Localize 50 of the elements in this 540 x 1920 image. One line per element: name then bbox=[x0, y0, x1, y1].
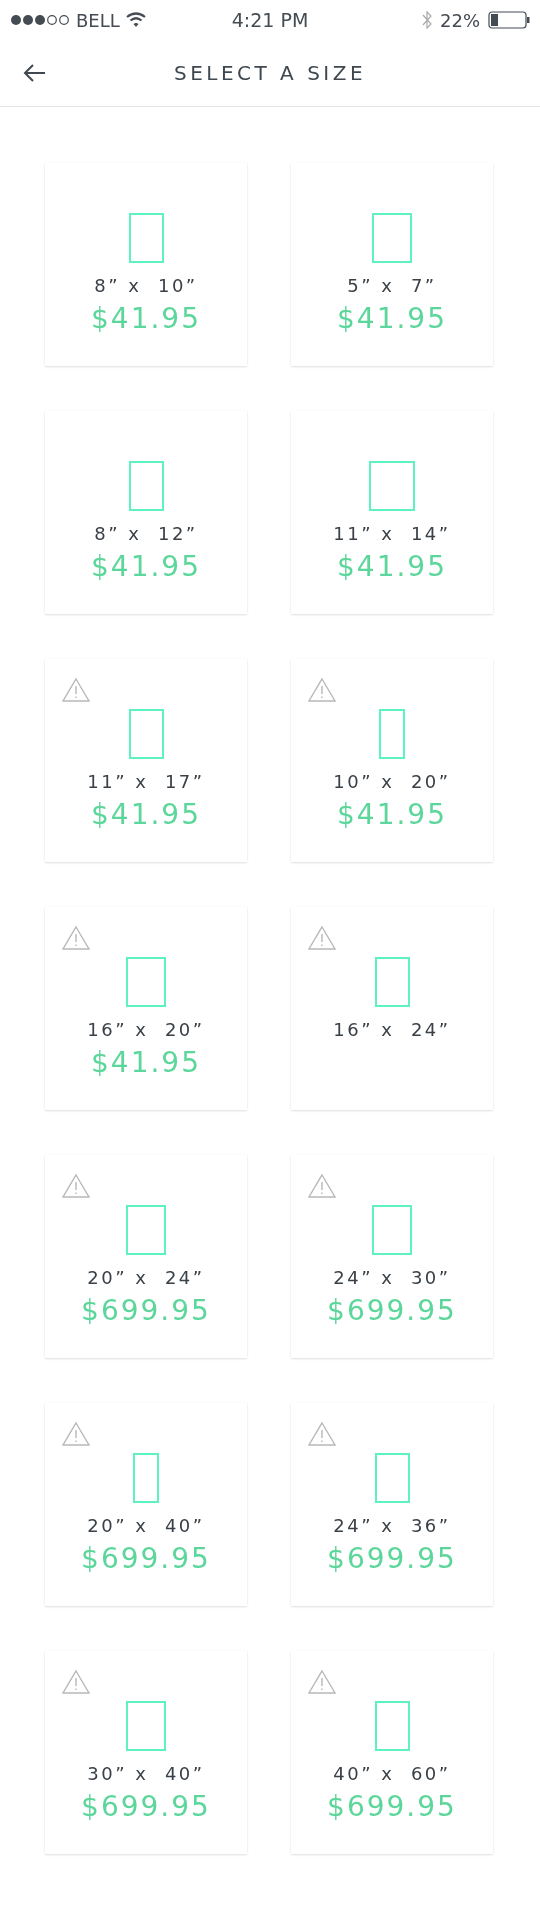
price-label: $699.95 bbox=[81, 1294, 211, 1327]
size-label: 8” x 10” bbox=[94, 275, 198, 296]
size-card[interactable]: 16” x 20” $41.95 bbox=[45, 907, 247, 1110]
size-label: 10” x 20” bbox=[333, 771, 451, 792]
wifi-icon bbox=[125, 12, 146, 28]
size-card[interactable]: 20” x 24” $699.95 bbox=[45, 1155, 247, 1358]
size-label: 11” x 14” bbox=[333, 523, 451, 544]
bluetooth-icon bbox=[422, 10, 432, 30]
price-label: $41.95 bbox=[91, 302, 201, 335]
size-card[interactable]: 8” x 10” $41.95 bbox=[45, 163, 247, 366]
size-card[interactable]: 11” x 17” $41.95 bbox=[45, 659, 247, 862]
signal-icon bbox=[10, 14, 70, 26]
size-label: 16” x 20” bbox=[87, 1019, 205, 1040]
price-label: $41.95 bbox=[91, 550, 201, 583]
size-label: 20” x 40” bbox=[87, 1515, 205, 1536]
price-label: $699.95 bbox=[327, 1294, 457, 1327]
size-card[interactable]: 5” x 7” $41.95 bbox=[291, 163, 493, 366]
size-card[interactable]: 11” x 14” $41.95 bbox=[291, 411, 493, 614]
battery-icon bbox=[488, 11, 530, 29]
size-card[interactable]: 40” x 60” $699.95 bbox=[291, 1651, 493, 1854]
size-label: 5” x 7” bbox=[347, 275, 437, 296]
clock-time: 4:21 PM bbox=[231, 9, 309, 31]
size-card[interactable]: 30” x 40” $699.95 bbox=[45, 1651, 247, 1854]
price-label: $41.95 bbox=[91, 1046, 201, 1079]
size-label: 40” x 60” bbox=[333, 1763, 451, 1784]
carrier-name: BELL bbox=[76, 9, 120, 31]
size-card[interactable]: 24” x 36” $699.95 bbox=[291, 1403, 493, 1606]
price-label: $41.95 bbox=[337, 550, 447, 583]
price-label: $699.95 bbox=[81, 1542, 211, 1575]
size-label: 30” x 40” bbox=[87, 1763, 205, 1784]
back-arrow-icon bbox=[22, 63, 46, 83]
price-label: $41.95 bbox=[337, 798, 447, 831]
size-label: 11” x 17” bbox=[87, 771, 205, 792]
price-label: $699.95 bbox=[327, 1790, 457, 1823]
page-title: SELECT A SIZE bbox=[173, 61, 367, 85]
price-label: $699.95 bbox=[81, 1790, 211, 1823]
size-card[interactable]: 16” x 24” bbox=[291, 907, 493, 1110]
size-card[interactable]: 20” x 40” $699.95 bbox=[45, 1403, 247, 1606]
price-label: $699.95 bbox=[327, 1542, 457, 1575]
size-card[interactable]: 8” x 12” $41.95 bbox=[45, 411, 247, 614]
size-label: 8” x 12” bbox=[94, 523, 198, 544]
size-label: 20” x 24” bbox=[87, 1267, 205, 1288]
price-label: $41.95 bbox=[91, 798, 201, 831]
size-card[interactable]: 24” x 30” $699.95 bbox=[291, 1155, 493, 1358]
size-label: 24” x 36” bbox=[333, 1515, 451, 1536]
size-label: 24” x 30” bbox=[333, 1267, 451, 1288]
battery-percent: 22% bbox=[440, 9, 480, 31]
size-card[interactable]: 10” x 20” $41.95 bbox=[291, 659, 493, 862]
price-label: $41.95 bbox=[337, 302, 447, 335]
size-label: 16” x 24” bbox=[333, 1019, 451, 1040]
